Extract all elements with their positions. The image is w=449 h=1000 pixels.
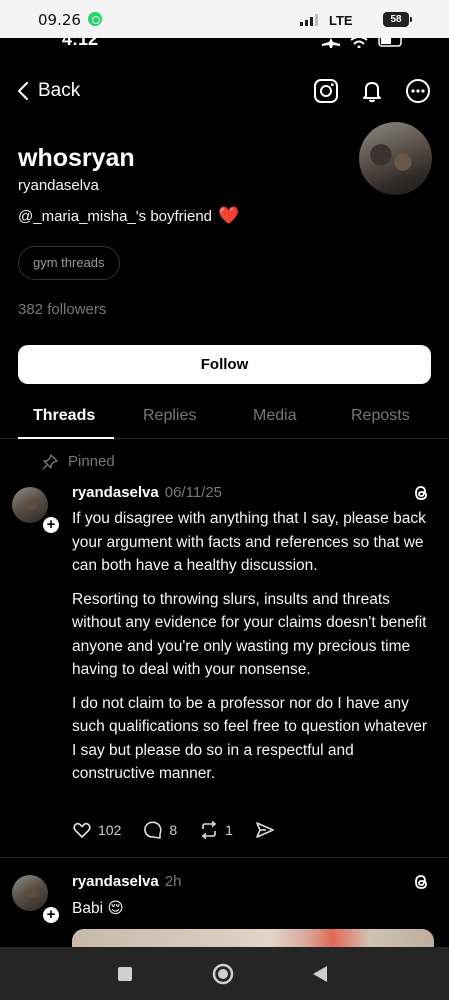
threads-logo-icon[interactable] [411, 483, 431, 503]
signal-icon [300, 14, 318, 26]
post-actions: 102 8 1 [72, 820, 297, 840]
post-username[interactable]: ryandaselva [72, 873, 159, 890]
instagram-icon[interactable] [313, 78, 339, 104]
network-type: LTE [329, 13, 353, 28]
battery-icon: 58 [383, 12, 412, 27]
comment-button[interactable]: 8 [143, 820, 177, 840]
like-button[interactable]: 102 [72, 820, 121, 840]
post-text: Babi [72, 900, 104, 917]
post-date: 2h [164, 873, 182, 890]
wifi-icon [350, 38, 368, 48]
app-clock: 4:12 [62, 38, 99, 49]
top-nav: Back [0, 76, 449, 110]
profile-name: whosryan [18, 144, 135, 172]
send-icon [256, 822, 274, 838]
app-status-bar: 4:12 [0, 38, 449, 52]
post-avatar[interactable] [12, 875, 48, 911]
heart-emoji: ❤️ [218, 206, 240, 225]
airplane-icon [322, 38, 340, 48]
tab-reposts[interactable]: Reposts [351, 407, 410, 425]
bio-mention-link[interactable]: @_maria_misha_ [18, 208, 136, 225]
profile-tag-chip[interactable]: gym threads [18, 246, 120, 280]
post-header: ryandaselva 06/11/25 [72, 484, 222, 501]
post-body: Babi 😌 [72, 897, 432, 921]
post-header: ryandaselva 2h [72, 873, 181, 890]
post-date: 06/11/25 [164, 484, 223, 501]
threads-logo-icon[interactable] [411, 872, 431, 892]
whatsapp-icon [88, 12, 102, 26]
home-icon[interactable] [212, 963, 234, 985]
follow-button[interactable]: Follow [18, 345, 431, 384]
device-clock: 09.26 [38, 11, 81, 29]
post-paragraph: I do not claim to be a professor nor do … [72, 694, 427, 783]
back-button[interactable]: Back [16, 80, 80, 102]
repost-button[interactable]: 1 [199, 820, 233, 840]
recents-icon[interactable] [117, 966, 133, 982]
pinned-text: Pinned [68, 453, 115, 470]
repost-icon [201, 820, 217, 840]
comment-icon [144, 821, 162, 839]
post-paragraph: If you disagree with anything that I say… [72, 510, 426, 574]
post-body: If you disagree with anything that I say… [72, 507, 432, 796]
active-tab-indicator [18, 437, 114, 439]
profile-bio: @_maria_misha_'s boyfriend ❤️ [18, 206, 239, 226]
device-status-bar: 09.26 LTE 58 [0, 0, 449, 38]
back-triangle-icon[interactable] [312, 965, 328, 983]
like-count: 102 [98, 822, 122, 838]
post-divider [0, 857, 449, 858]
tab-media[interactable]: Media [253, 407, 297, 425]
battery-icon-inner [378, 38, 402, 47]
pinned-label: Pinned [42, 453, 115, 470]
system-nav-bar [0, 947, 449, 1000]
pin-icon [42, 453, 58, 469]
post-paragraph: Resorting to throwing slurs, insults and… [72, 590, 427, 679]
more-options-icon[interactable] [405, 78, 431, 104]
repost-count: 1 [225, 822, 233, 838]
followers-count[interactable]: 382 followers [18, 301, 106, 318]
follow-plus-icon[interactable]: + [41, 905, 61, 925]
profile-avatar[interactable] [359, 122, 432, 195]
bio-text: 's boyfriend [135, 207, 213, 225]
bell-icon[interactable] [359, 78, 385, 104]
follow-plus-icon[interactable]: + [41, 515, 61, 535]
back-label: Back [38, 80, 81, 101]
post-username[interactable]: ryandaselva [72, 484, 159, 501]
relieved-emoji: 😌 [107, 900, 124, 917]
comment-count: 8 [169, 822, 178, 838]
tab-replies[interactable]: Replies [143, 407, 196, 425]
chevron-left-icon [18, 82, 28, 100]
tab-threads[interactable]: Threads [33, 407, 95, 425]
profile-username: ryandaselva [18, 177, 99, 194]
share-button[interactable] [255, 820, 275, 840]
heart-icon [73, 822, 91, 838]
profile-tabs: Threads Replies Media Reposts [0, 395, 449, 439]
